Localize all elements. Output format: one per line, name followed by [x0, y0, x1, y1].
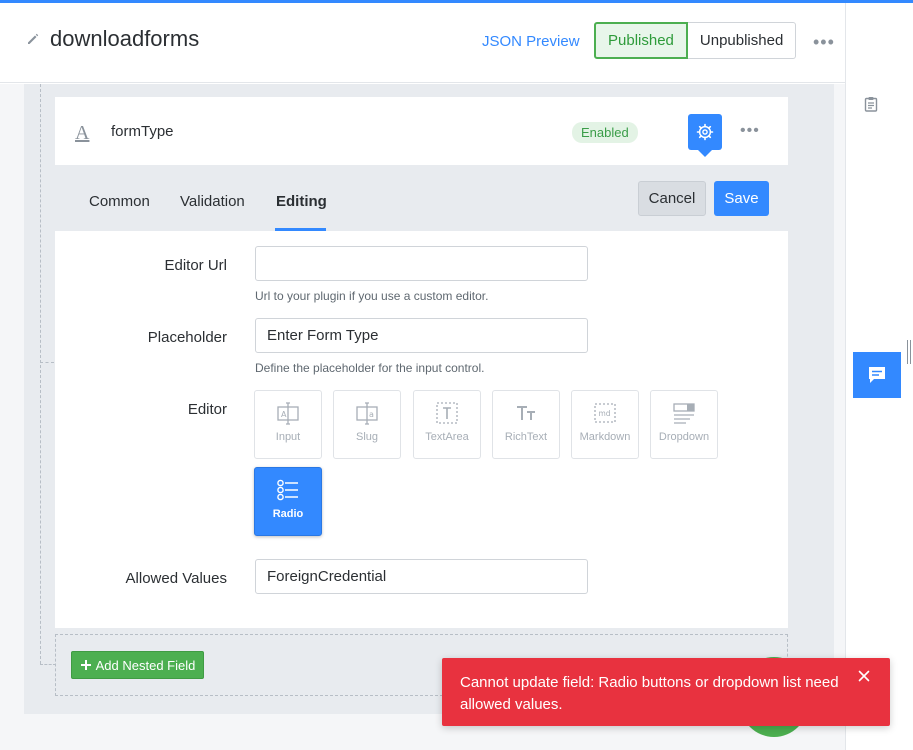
toast-message: Cannot update field: Radio buttons or dr… [460, 674, 839, 713]
svg-text:A: A [281, 410, 287, 419]
editor-option-dropdown[interactable]: Dropdown [650, 390, 718, 459]
pencil-icon[interactable] [26, 32, 40, 46]
status-badge: Enabled [572, 122, 638, 143]
editor-url-hint: Url to your plugin if you use a custom e… [255, 289, 489, 303]
tab-editing[interactable]: Editing [276, 193, 327, 210]
svg-text:a: a [369, 410, 374, 419]
editor-label: Editor [187, 401, 227, 418]
chat-icon [869, 367, 885, 383]
editor-option-label: Markdown [579, 431, 631, 443]
error-toast: Cannot update field: Radio buttons or dr… [442, 658, 890, 726]
editor-option-label: RichText [504, 431, 548, 443]
publish-toggle: Published Unpublished [594, 22, 797, 59]
field-settings-button[interactable] [688, 114, 722, 150]
close-icon[interactable] [858, 670, 870, 682]
editor-option-richtext[interactable]: RichText [492, 390, 560, 459]
richtext-icon [517, 406, 535, 420]
nesting-guide-branch [40, 664, 56, 665]
editor-option-input[interactable]: A Input [254, 390, 322, 459]
editor-option-textarea[interactable]: TextArea [413, 390, 481, 459]
allowed-values-input[interactable]: ForeignCredential [255, 559, 588, 594]
settings-caret [698, 150, 712, 157]
nesting-guide-line [40, 84, 41, 664]
plus-icon [80, 660, 91, 670]
markdown-icon: md [594, 403, 616, 423]
chat-button[interactable] [853, 352, 901, 398]
slug-icon: a [356, 402, 378, 425]
tab-validation[interactable]: Validation [180, 193, 245, 210]
clipboard-icon[interactable] [864, 96, 878, 112]
placeholder-label: Placeholder [147, 329, 227, 346]
cancel-button[interactable]: Cancel [638, 181, 706, 216]
save-button[interactable]: Save [714, 181, 769, 216]
page-title: downloadforms [50, 26, 200, 51]
editor-option-markdown[interactable]: md Markdown [571, 390, 639, 459]
field-more-icon[interactable]: ••• [740, 122, 760, 140]
editor-url-label: Editor Url [164, 257, 227, 274]
allowed-values-label: Allowed Values [125, 570, 227, 587]
input-icon: A [277, 402, 299, 425]
unpublished-button[interactable]: Unpublished [687, 22, 797, 59]
editor-option-radio[interactable]: Radio [254, 467, 322, 536]
string-field-icon: A [75, 122, 90, 144]
editor-option-label: Slug [355, 431, 379, 443]
radio-icon [277, 479, 298, 501]
svg-text:md: md [599, 409, 611, 418]
editor-option-label: TextArea [425, 431, 469, 443]
editor-url-input[interactable] [255, 246, 588, 281]
tab-common[interactable]: Common [89, 193, 150, 210]
placeholder-hint: Define the placeholder for the input con… [255, 361, 485, 375]
published-button[interactable]: Published [594, 22, 688, 59]
more-options-icon[interactable]: ••• [813, 32, 835, 53]
gear-icon [696, 123, 714, 141]
add-nested-field-button[interactable]: Add Nested Field [71, 651, 204, 679]
nesting-guide-branch [40, 362, 54, 363]
textarea-icon [436, 402, 458, 424]
editor-option-label: Radio [272, 508, 304, 520]
editor-option-label: Input [275, 431, 301, 443]
json-preview-link[interactable]: JSON Preview [482, 33, 580, 50]
editor-option-label: Dropdown [658, 431, 710, 443]
editor-option-slug[interactable]: a Slug [333, 390, 401, 459]
add-nested-field-label: Add Nested Field [95, 657, 196, 673]
resize-handle[interactable] [907, 340, 911, 364]
field-name: formType [111, 123, 174, 140]
dropdown-icon [673, 403, 695, 424]
placeholder-input[interactable]: Enter Form Type [255, 318, 588, 353]
